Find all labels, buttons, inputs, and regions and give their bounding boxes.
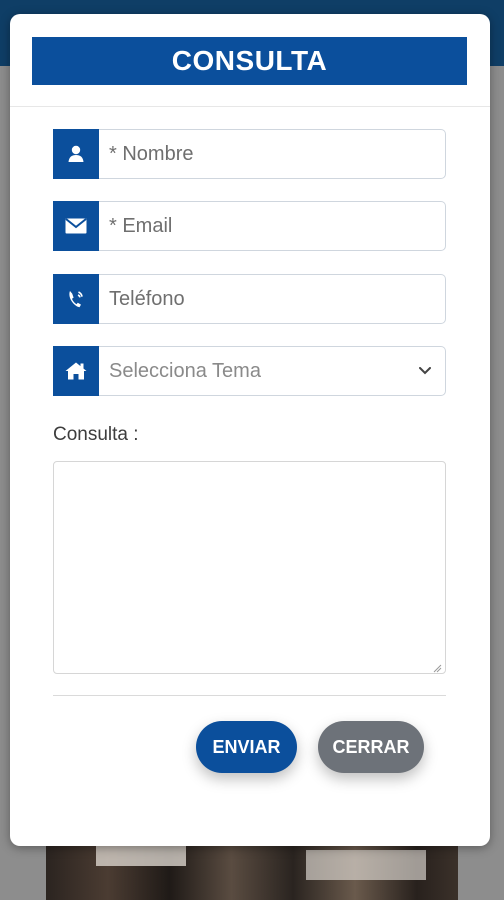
header-divider [10, 106, 490, 107]
name-input-group: * Nombre [53, 129, 446, 179]
message-label: Consulta : [53, 424, 139, 445]
chevron-down-icon [417, 363, 433, 379]
email-placeholder: * Email [109, 214, 173, 237]
modal-title: CONSULTA [171, 45, 328, 76]
submit-button[interactable]: ENVIAR [196, 721, 297, 773]
home-icon [53, 346, 99, 396]
resize-handle-icon[interactable] [432, 660, 442, 673]
name-placeholder: * Nombre [109, 142, 194, 165]
modal-title-bar: CONSULTA [32, 37, 467, 85]
phone-field[interactable]: Teléfono [99, 274, 446, 324]
user-icon [53, 129, 99, 179]
topic-select[interactable]: Selecciona Tema [99, 346, 446, 396]
name-field[interactable]: * Nombre [99, 129, 446, 179]
footer-divider [53, 695, 446, 696]
phone-icon [53, 274, 99, 324]
envelope-icon [53, 201, 99, 251]
email-field[interactable]: * Email [99, 201, 446, 251]
consulta-modal: CONSULTA * Nombre * Email Teléfono Selec… [10, 14, 490, 846]
phone-placeholder: Teléfono [109, 287, 185, 310]
topic-select-value: Selecciona Tema [109, 359, 261, 382]
phone-input-group: Teléfono [53, 274, 446, 324]
email-input-group: * Email [53, 201, 446, 251]
close-button[interactable]: CERRAR [318, 721, 424, 773]
topic-select-group: Selecciona Tema [53, 346, 446, 396]
message-textarea[interactable] [53, 461, 446, 674]
